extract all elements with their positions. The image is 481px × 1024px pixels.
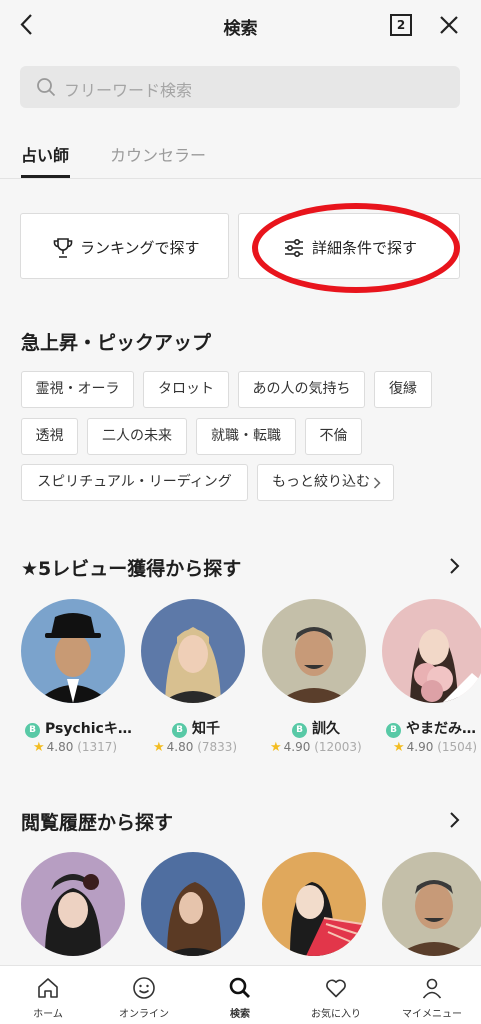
chip-their-feelings[interactable]: あの人の気持ち [238,371,365,408]
review-count: (12003) [314,740,362,754]
level-badge: B [25,723,40,738]
nav-home[interactable]: ホーム [0,966,96,1024]
review-count: (7833) [197,740,238,754]
tab-fortune-tellers[interactable]: 占い師 [21,142,69,166]
fortune-teller-name: Psychicキ… [45,721,132,737]
chip-reishi[interactable]: 霊視・オーラ [21,371,134,408]
close-icon[interactable] [434,10,464,40]
header-bar: 検索 2 [0,0,481,52]
pickup-section-title: 急上昇・ピックアップ [21,332,212,354]
bottom-navigation: ホーム オンライン 検索 お気に入り マイメニュー [0,965,481,1024]
ranking-button[interactable]: ランキングで探す [20,213,229,279]
nav-my-menu-label: マイメニュー [402,1009,462,1020]
chevron-right-icon[interactable] [444,810,464,830]
avatar[interactable] [21,852,125,956]
reviewer-name[interactable]: B 訓久 [292,718,340,738]
nav-online[interactable]: オンライン [96,966,192,1024]
avatar[interactable] [141,599,245,703]
rating-row: ★ 4.80 (1317) [33,740,117,756]
star-icon: ★ [33,740,45,755]
search-input[interactable]: フリーワード検索 [20,66,460,108]
tab-count-icon[interactable]: 2 [390,14,412,36]
fortune-teller-name: やまだみ… [406,721,476,737]
tab-divider [0,178,481,179]
trophy-icon [53,238,73,258]
chip-spiritual-reading[interactable]: スピリチュアル・リーディング [21,464,248,501]
avatar[interactable] [382,852,481,956]
review-count: (1317) [77,740,118,754]
tab-counselors[interactable]: カウンセラー [110,142,206,166]
nav-search[interactable]: 検索 [192,966,288,1024]
review-count: (1504) [437,740,478,754]
star-icon: ★ [393,740,405,755]
smiley-icon [133,977,155,999]
star-icon: ★ [153,740,165,755]
more-filters-label: もっと絞り込む [272,474,370,490]
nav-my-menu[interactable]: マイメニュー [384,966,480,1024]
nav-home-label: ホーム [33,1009,63,1020]
fortune-teller-name: 訓久 [312,721,340,737]
rating-value: 4.80 [46,740,74,754]
nav-favorites-label: お気に入り [311,1009,361,1020]
rating-row: ★ 4.90 (1504) [393,740,477,756]
level-badge: B [292,723,307,738]
rating-row: ★ 4.90 (12003) [270,740,362,756]
chevron-right-icon [373,477,381,489]
chip-clairvoyance[interactable]: 透視 [21,418,78,455]
reviewer-name[interactable]: B Psychicキ… [25,718,132,738]
chip-reunion[interactable]: 復縁 [374,371,432,408]
reviews-section-title: ★5レビュー獲得から探す [21,558,242,580]
chevron-right-icon[interactable] [444,556,464,576]
fortune-teller-name: 知千 [192,721,220,737]
person-icon [422,978,442,999]
chip-job-change[interactable]: 就職・転職 [196,418,296,455]
more-filters-button[interactable]: もっと絞り込む [257,464,394,501]
chip-future-together[interactable]: 二人の未来 [87,418,187,455]
chip-tarot[interactable]: タロット [143,371,229,408]
rating-value: 4.90 [283,740,311,754]
rating-value: 4.80 [166,740,194,754]
reviewer-name[interactable]: B やまだみ… [386,718,476,738]
rating-row: ★ 4.80 (7833) [153,740,237,756]
avatar[interactable] [21,599,125,703]
avatar[interactable] [382,599,481,703]
ranking-button-label: ランキングで探す [80,239,200,257]
avatar[interactable] [262,852,366,956]
chip-affair[interactable]: 不倫 [305,418,362,455]
reviewer-name[interactable]: B 知千 [172,718,220,738]
avatar[interactable] [141,852,245,956]
level-badge: B [172,723,187,738]
search-icon [37,78,56,97]
search-icon [229,977,250,998]
history-section-title: 閲覧履歴から探す [21,812,174,834]
nav-search-label: 検索 [230,1009,250,1020]
star-icon: ★ [270,740,282,755]
avatar[interactable] [262,599,366,703]
nav-online-label: オンライン [119,1009,169,1020]
nav-favorites[interactable]: お気に入り [288,966,384,1024]
home-icon [38,978,58,998]
red-highlight-annotation [252,203,460,293]
rating-value: 4.90 [406,740,434,754]
heart-icon [326,979,346,998]
level-badge: B [386,723,401,738]
search-placeholder: フリーワード検索 [64,81,193,100]
